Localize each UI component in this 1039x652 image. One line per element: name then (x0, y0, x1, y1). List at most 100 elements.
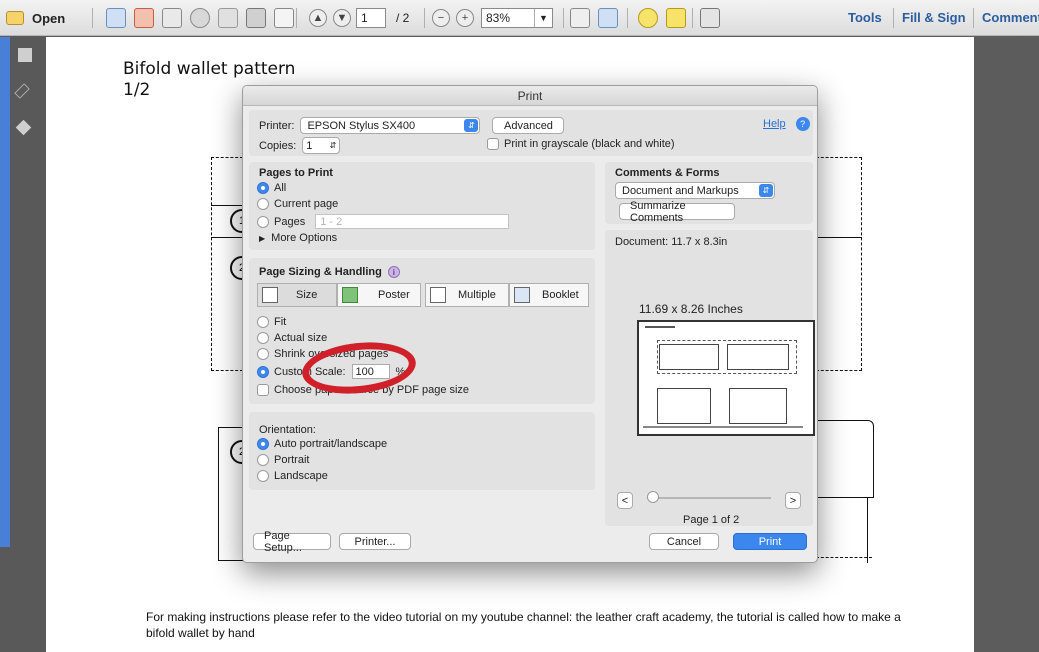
zoom-select[interactable]: 83% ▼ (481, 8, 553, 28)
orientation-option-landscape[interactable]: Landscape (257, 470, 328, 482)
toolbar-divider (973, 8, 974, 28)
preview-slider-knob[interactable] (647, 491, 659, 503)
sizing-option-actual[interactable]: Actual size (257, 332, 327, 344)
poster-icon (342, 287, 358, 303)
advanced-label: Advanced (504, 119, 553, 132)
radio-selected-icon[interactable] (257, 182, 269, 194)
page-setup-label: Page Setup... (264, 529, 302, 554)
previous-page-icon[interactable]: ▲ (309, 9, 327, 27)
radio-icon[interactable] (257, 198, 269, 210)
comment-icon[interactable] (638, 8, 658, 28)
radio-icon[interactable] (257, 332, 269, 344)
save-icon[interactable] (218, 8, 238, 28)
pages-option-current[interactable]: Current page (257, 198, 338, 210)
radio-selected-icon[interactable] (257, 365, 269, 378)
email-icon[interactable] (274, 8, 294, 28)
open-button[interactable]: Open (6, 0, 65, 36)
more-options-label: More Options (271, 232, 338, 244)
printer-select[interactable]: EPSON Stylus SX400 ⇵ (300, 117, 481, 134)
pattern-fold-line (211, 237, 243, 238)
page-preview (637, 320, 815, 436)
comments-forms-select[interactable]: Document and Markups ⇵ (615, 182, 775, 199)
next-page-icon[interactable]: ▼ (333, 9, 351, 27)
preview-page-slider[interactable] (647, 497, 771, 499)
tab-multiple[interactable]: Multiple (425, 283, 509, 307)
preview-next-button[interactable]: > (785, 492, 801, 509)
page-setup-button[interactable]: Page Setup... (253, 530, 331, 554)
printer-value: EPSON Stylus SX400 (307, 119, 416, 132)
radio-icon[interactable] (257, 348, 269, 360)
print-icon[interactable] (246, 8, 266, 28)
tab-booklet-label: Booklet (542, 289, 579, 301)
tools-link[interactable]: Tools (848, 0, 882, 36)
help-icon[interactable]: ? (795, 117, 810, 131)
sizing-option-fit[interactable]: Fit (257, 316, 286, 328)
tab-poster[interactable]: Poster (337, 283, 421, 307)
highlight-icon[interactable] (666, 8, 686, 28)
summarize-comments-button[interactable]: Summarize Comments (619, 200, 735, 224)
pattern-piece-outline (816, 157, 862, 371)
print-button[interactable]: Print (733, 533, 807, 550)
page-number-value: 1 (361, 11, 368, 25)
cancel-button[interactable]: Cancel (649, 533, 719, 550)
chevron-updown-icon: ⇵ (759, 184, 773, 197)
orientation-heading: Orientation: (259, 424, 316, 436)
grayscale-row[interactable]: Print in grayscale (black and white) (487, 138, 675, 150)
preview-prev-button[interactable]: < (617, 492, 633, 509)
preview-title-line (645, 326, 675, 328)
tab-booklet[interactable]: Booklet (509, 283, 589, 307)
more-options-toggle[interactable]: ▶ More Options (259, 232, 337, 244)
radio-icon[interactable] (257, 215, 269, 228)
printer-row: Printer: EPSON Stylus SX400 ⇵ Advanced (259, 117, 565, 134)
page-number-input[interactable]: 1 (356, 8, 386, 28)
orientation-option-auto[interactable]: Auto portrait/landscape (257, 438, 387, 450)
grayscale-label: Print in grayscale (black and white) (504, 138, 675, 150)
size-icon (262, 287, 278, 303)
full-screen-icon[interactable] (700, 8, 720, 28)
radio-icon[interactable] (257, 454, 269, 466)
booklet-icon (514, 287, 530, 303)
create-pdf-icon[interactable] (106, 8, 126, 28)
info-icon[interactable]: i (387, 266, 400, 278)
pages-option-label: Current page (274, 198, 339, 210)
grayscale-checkbox[interactable] (487, 138, 499, 150)
pages-range-input[interactable]: 1 - 2 (315, 214, 510, 229)
print-dialog: Print Printer: EPSON Stylus SX400 ⇵ Adva… (242, 85, 818, 563)
comment-link[interactable]: Comment (982, 0, 1039, 36)
tab-size[interactable]: Size (257, 283, 337, 307)
page-thumbnails-icon[interactable] (18, 48, 32, 62)
copies-input[interactable]: 1 ⇵ (302, 137, 341, 154)
pattern-fold-line (211, 205, 243, 206)
radio-icon[interactable] (257, 470, 269, 482)
copies-value: 1 (306, 139, 313, 152)
cloud-upload-icon[interactable] (190, 8, 210, 28)
export-pdf-icon[interactable] (134, 8, 154, 28)
help-link[interactable]: Help (763, 118, 786, 130)
page-total: / 2 (396, 11, 410, 25)
print-label: Print (758, 535, 782, 548)
paper-source-checkbox[interactable] (257, 384, 269, 396)
edit-pdf-icon[interactable] (162, 8, 182, 28)
zoom-in-icon[interactable]: + (456, 9, 474, 27)
tab-size-label: Size (296, 289, 318, 301)
radio-selected-icon[interactable] (257, 438, 269, 450)
printer-button[interactable]: Printer... (339, 533, 411, 550)
open-label: Open (32, 10, 66, 26)
zoom-out-icon[interactable]: − (432, 9, 450, 27)
scroll-mode-icon[interactable] (598, 8, 618, 28)
document-size-label: Document: 11.7 x 8.3in (615, 236, 728, 248)
cancel-label: Cancel (666, 535, 702, 548)
preview-next-label: > (789, 494, 797, 507)
preview-pattern-piece (659, 344, 719, 370)
preview-footer-line (643, 426, 803, 428)
pattern-piece-outline (816, 420, 874, 498)
orientation-option-portrait[interactable]: Portrait (257, 454, 309, 466)
radio-icon[interactable] (257, 316, 269, 328)
fill-sign-link[interactable]: Fill & Sign (902, 0, 966, 36)
pages-option-range[interactable]: Pages 1 - 2 (257, 214, 510, 229)
advanced-button[interactable]: Advanced (492, 117, 565, 134)
summarize-comments-label: Summarize Comments (630, 199, 686, 224)
pages-option-all[interactable]: All (257, 182, 286, 194)
printer-button-label: Printer... (354, 535, 396, 548)
fit-page-icon[interactable] (570, 8, 590, 28)
